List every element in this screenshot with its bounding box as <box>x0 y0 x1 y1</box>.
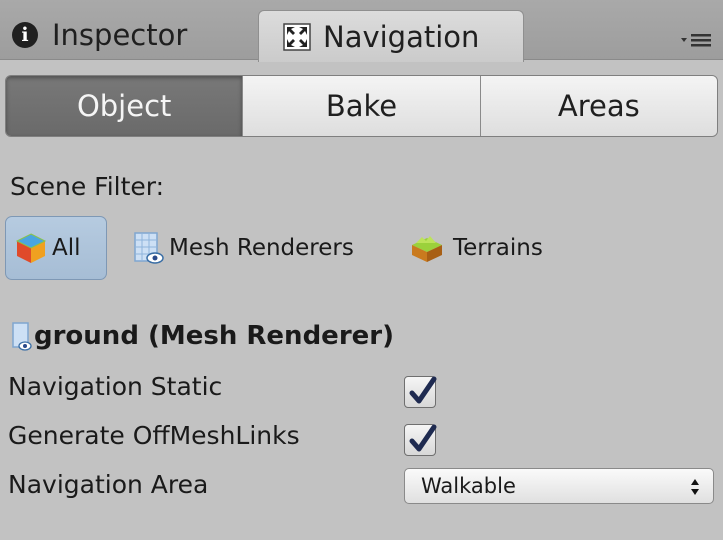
navigation-area-dropdown[interactable]: Walkable <box>404 468 714 504</box>
selected-object-name: ground (Mesh Renderer) <box>34 321 394 351</box>
info-icon: i <box>12 22 38 48</box>
mesh-renderer-icon <box>134 232 164 264</box>
tab-navigation[interactable]: Navigation <box>258 10 524 62</box>
filter-mesh-renderers-label: Mesh Renderers <box>169 235 354 261</box>
filter-all-button[interactable]: All <box>5 216 107 280</box>
mesh-renderer-icon <box>12 322 32 351</box>
terrain-icon <box>412 236 442 262</box>
areas-tab-button[interactable]: Areas <box>479 76 717 136</box>
object-tab-button[interactable]: Object <box>6 76 243 136</box>
tab-navigation-label: Navigation <box>323 19 480 54</box>
filter-terrains-button[interactable]: Terrains <box>405 216 543 280</box>
filter-all-label: All <box>52 235 81 261</box>
checkmark-icon <box>409 376 437 404</box>
generate-offmeshlinks-label: Generate OffMeshLinks <box>8 421 300 450</box>
bake-tab-button[interactable]: Bake <box>242 76 480 136</box>
navigation-static-label: Navigation Static <box>8 372 223 401</box>
dropdown-arrows-icon <box>691 479 699 495</box>
cube-icon <box>15 233 47 263</box>
panel-menu-icon[interactable] <box>679 30 713 50</box>
scene-filter-label: Scene Filter: <box>10 172 165 201</box>
tab-inspector-label: Inspector <box>52 18 188 52</box>
filter-terrains-label: Terrains <box>453 235 543 261</box>
selected-object-title: ground (Mesh Renderer) <box>10 318 394 354</box>
navigation-mode-toolbar: Object Bake Areas <box>5 75 718 137</box>
scene-filter-row: All Mesh Renderers Terrains <box>5 216 718 280</box>
tab-inspector[interactable]: i Inspector <box>0 10 258 60</box>
navigation-area-label: Navigation Area <box>8 470 209 499</box>
tab-strip: i Inspector Navigation <box>0 0 723 62</box>
generate-offmeshlinks-checkbox[interactable] <box>404 424 437 456</box>
navigation-icon <box>283 22 311 51</box>
checkmark-icon <box>409 424 437 452</box>
filter-mesh-renderers-button[interactable]: Mesh Renderers <box>131 216 354 280</box>
navigation-static-checkbox[interactable] <box>404 376 437 408</box>
navigation-area-value: Walkable <box>421 474 516 498</box>
